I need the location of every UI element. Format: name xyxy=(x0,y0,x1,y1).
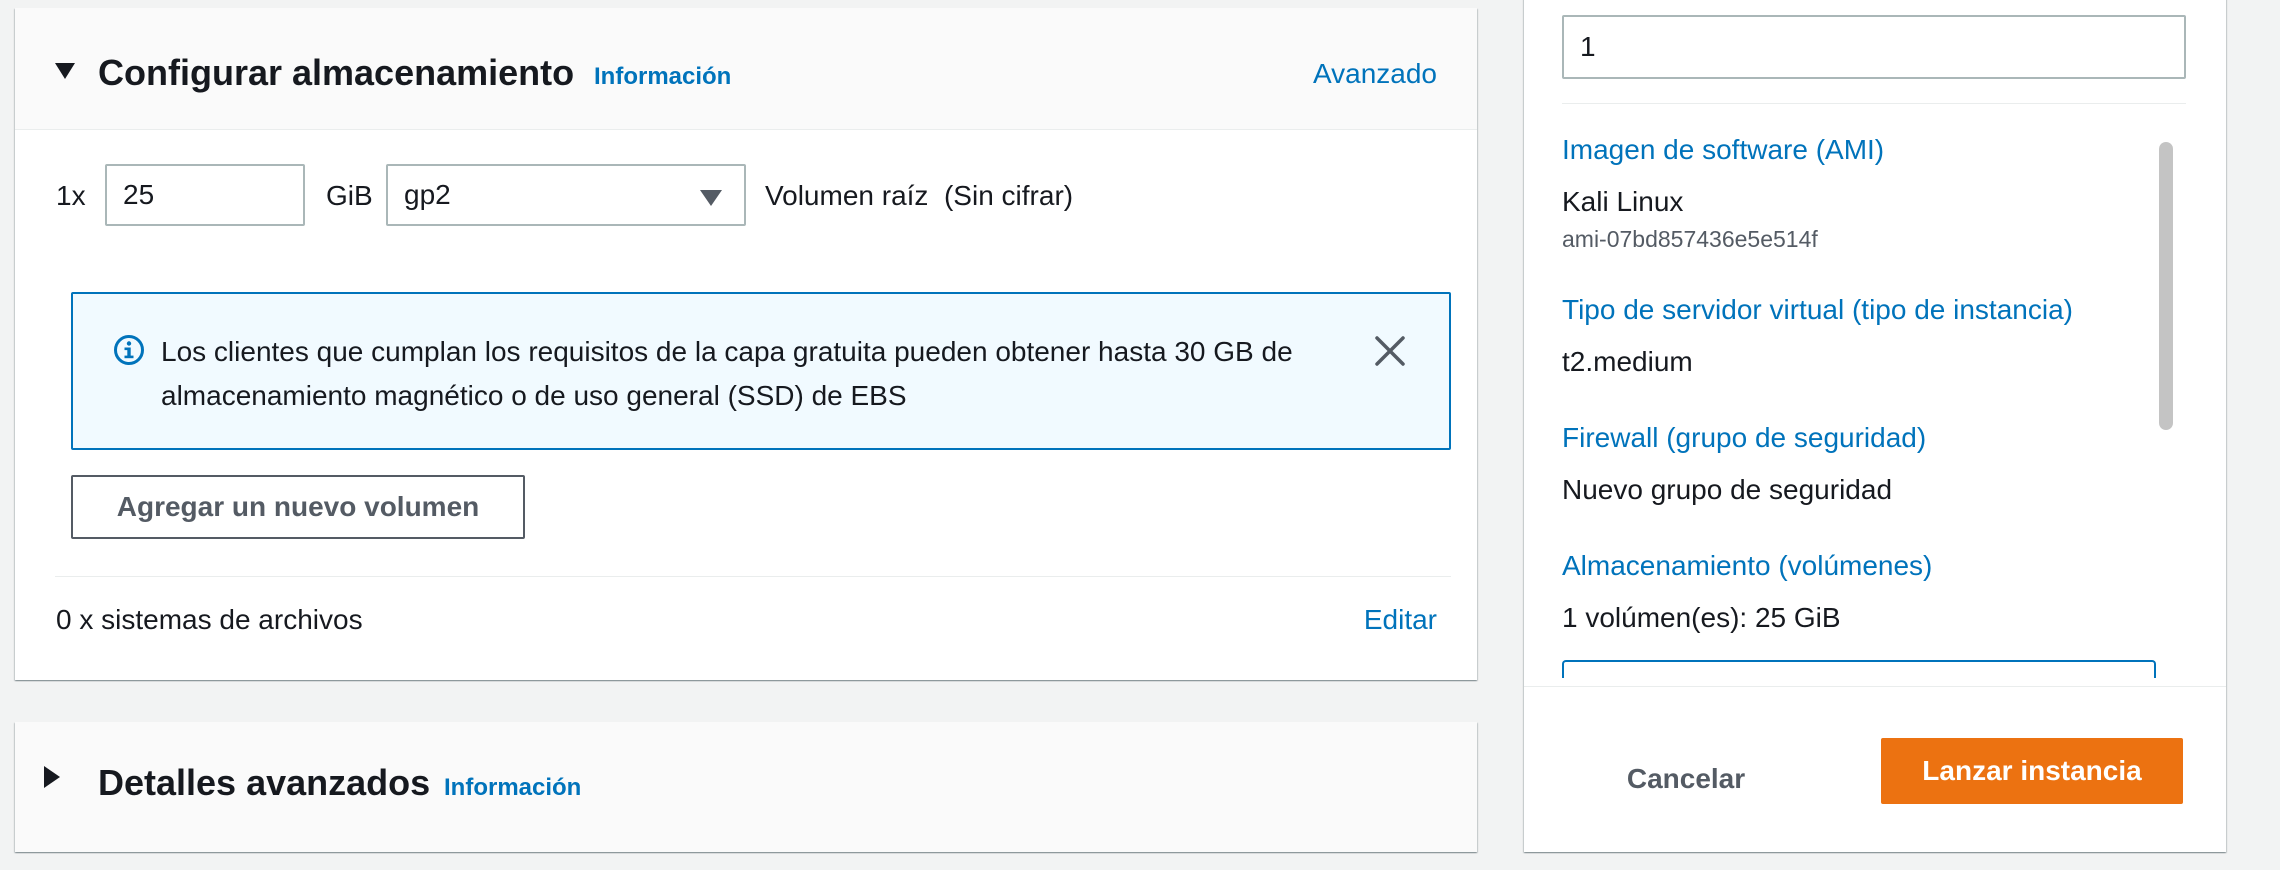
advanced-details-panel[interactable]: Detalles avanzados Información xyxy=(15,722,1477,852)
expand-caret-icon[interactable] xyxy=(44,766,60,788)
volume-type-value: gp2 xyxy=(404,179,451,210)
ami-label-link[interactable]: Imagen de software (AMI) xyxy=(1562,134,1884,166)
filesystems-text: 0 x sistemas de archivos xyxy=(56,604,363,635)
close-icon[interactable] xyxy=(1373,334,1407,368)
storage-section-title: Configurar almacenamiento xyxy=(98,52,575,93)
volume-description: Volumen raíz (Sin cifrar) xyxy=(765,180,1074,211)
storage-panel-header[interactable]: Configurar almacenamiento Información Av… xyxy=(15,8,1477,130)
edit-filesystems-link[interactable]: Editar xyxy=(1364,604,1437,636)
ami-name: Kali Linux xyxy=(1562,186,1684,217)
advanced-link[interactable]: Avanzado xyxy=(1313,58,1437,90)
storage-label-link[interactable]: Almacenamiento (volúmenes) xyxy=(1562,550,1932,582)
volume-multiplier: 1x xyxy=(56,180,86,211)
collapse-caret-icon[interactable] xyxy=(55,63,75,79)
launch-instance-button[interactable]: Lanzar instancia xyxy=(1881,738,2183,804)
divider xyxy=(1562,103,2186,104)
storage-value: 1 volúmen(es): 25 GiB xyxy=(1562,602,1841,633)
number-of-instances-value: 1 xyxy=(1580,31,1596,62)
info-icon xyxy=(114,335,144,365)
cancel-button[interactable]: Cancelar xyxy=(1596,747,1776,811)
volume-unit-label: GiB xyxy=(326,180,373,211)
summary-info-box xyxy=(1562,660,2156,678)
advanced-section-title: Detalles avanzados xyxy=(98,762,431,803)
add-new-volume-button[interactable]: Agregar un nuevo volumen xyxy=(71,475,525,539)
chevron-down-icon xyxy=(700,190,722,206)
volume-type-select[interactable]: gp2 xyxy=(386,164,746,226)
summary-footer: Cancelar Lanzar instancia xyxy=(1524,686,2226,852)
advanced-info-link[interactable]: Información xyxy=(444,774,581,802)
volume-size-input[interactable]: 25 xyxy=(105,164,305,226)
divider xyxy=(55,576,1451,577)
firewall-label-link[interactable]: Firewall (grupo de seguridad) xyxy=(1562,422,1926,454)
free-tier-alert-text: Los clientes que cumplan los requisitos … xyxy=(161,336,1293,411)
configure-storage-panel: Configurar almacenamiento Información Av… xyxy=(15,8,1477,680)
summary-panel: 1 Imagen de software (AMI) Kali Linux am… xyxy=(1524,0,2226,852)
summary-scrollbar[interactable] xyxy=(2156,138,2176,696)
storage-info-link[interactable]: Información xyxy=(594,63,731,91)
scrollbar-thumb[interactable] xyxy=(2159,142,2173,430)
number-of-instances-input[interactable]: 1 xyxy=(1562,15,2186,79)
summary-details-scroll[interactable]: Imagen de software (AMI) Kali Linux ami-… xyxy=(1562,130,2184,678)
free-tier-alert: Los clientes que cumplan los requisitos … xyxy=(71,292,1451,450)
instance-type-label-link[interactable]: Tipo de servidor virtual (tipo de instan… xyxy=(1562,294,2073,326)
firewall-value: Nuevo grupo de seguridad xyxy=(1562,474,1893,505)
volume-size-value: 25 xyxy=(123,179,155,210)
instance-type-value: t2.medium xyxy=(1562,346,1693,377)
ami-id: ami-07bd857436e5e514f xyxy=(1562,226,1818,252)
